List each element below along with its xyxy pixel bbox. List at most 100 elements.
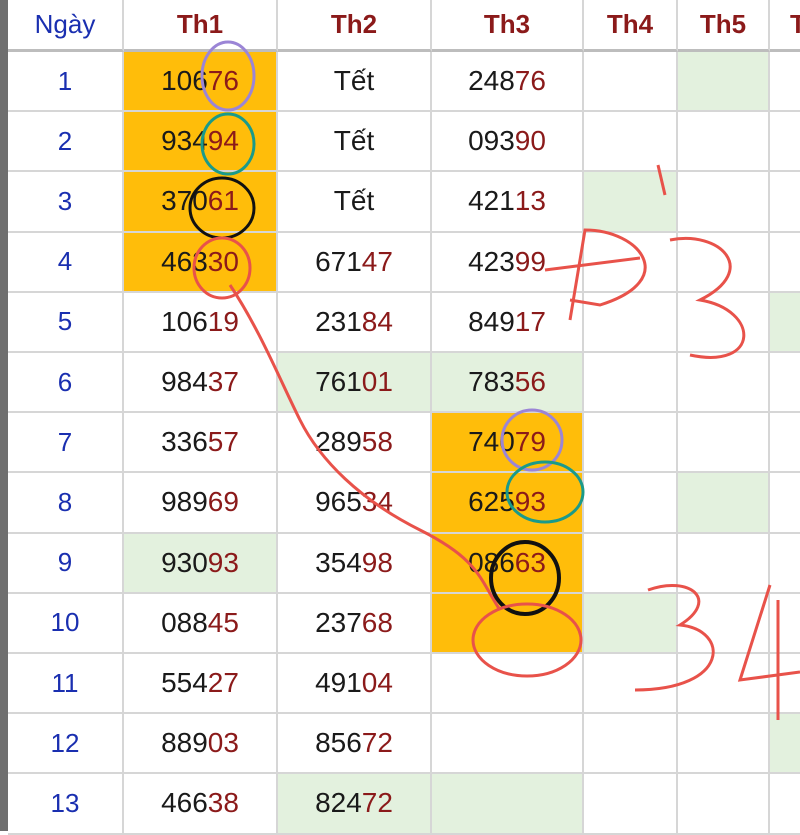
result-cell[interactable]: 849 17 xyxy=(432,292,584,353)
result-cell[interactable]: 086 63 xyxy=(432,533,584,594)
day-number: 10 xyxy=(8,593,124,654)
result-cell[interactable] xyxy=(678,353,770,414)
result-cell[interactable] xyxy=(770,353,800,414)
result-cell[interactable] xyxy=(770,534,800,594)
column-header[interactable]: Th1 xyxy=(124,0,278,52)
result-cell[interactable]: 491 04 xyxy=(278,654,432,715)
result-cell[interactable]: 761 01 xyxy=(278,353,432,414)
result-cell[interactable] xyxy=(770,714,800,775)
result-cell[interactable] xyxy=(584,473,678,534)
result-cell[interactable] xyxy=(678,533,770,594)
result-cell[interactable]: 934 94 xyxy=(124,112,278,173)
number-prefix: 106 xyxy=(161,65,208,97)
result-cell[interactable] xyxy=(584,52,678,113)
result-cell[interactable]: 106 76 xyxy=(124,52,278,113)
result-cell[interactable]: 248 76 xyxy=(432,52,584,113)
result-cell[interactable] xyxy=(678,714,770,775)
result-cell[interactable] xyxy=(584,292,678,353)
result-cell[interactable]: 289 58 xyxy=(278,413,432,474)
result-cell[interactable] xyxy=(678,292,770,353)
result-cell[interactable] xyxy=(770,172,800,233)
result-cell[interactable]: 671 47 xyxy=(278,232,432,293)
result-cell[interactable] xyxy=(432,593,584,654)
result-cell[interactable]: 423 99 xyxy=(432,232,584,293)
day-number: 4 xyxy=(8,232,124,293)
result-cell[interactable] xyxy=(584,593,678,654)
result-cell[interactable] xyxy=(678,654,770,715)
result-cell[interactable] xyxy=(770,774,800,835)
result-cell[interactable] xyxy=(770,654,800,715)
result-cell[interactable] xyxy=(678,172,770,233)
result-cell[interactable] xyxy=(584,774,678,835)
result-cell[interactable] xyxy=(678,52,770,113)
result-cell[interactable]: Tết xyxy=(278,112,432,173)
number-prefix: 934 xyxy=(161,125,208,157)
result-cell[interactable] xyxy=(584,112,678,173)
result-cell[interactable]: Tết xyxy=(278,172,432,233)
column-header[interactable]: Th4 xyxy=(584,0,678,52)
result-cell[interactable] xyxy=(584,533,678,594)
result-cell[interactable]: Tết xyxy=(278,52,432,113)
result-cell[interactable] xyxy=(678,232,770,293)
column-header[interactable]: T xyxy=(770,0,800,52)
result-cell[interactable]: 824 72 xyxy=(278,774,432,835)
result-cell[interactable]: 088 45 xyxy=(124,593,278,654)
result-cell[interactable]: 354 98 xyxy=(278,533,432,594)
result-cell[interactable]: 463 30 xyxy=(124,232,278,293)
result-cell[interactable]: 856 72 xyxy=(278,714,432,775)
result-cell[interactable]: 421 13 xyxy=(432,172,584,233)
number-prefix: 248 xyxy=(468,65,515,97)
number-prefix: 849 xyxy=(468,305,515,337)
result-cell[interactable] xyxy=(770,413,800,474)
result-cell[interactable]: 889 03 xyxy=(124,714,278,775)
column-header[interactable]: Th2 xyxy=(278,0,432,52)
result-cell[interactable]: 370 61 xyxy=(124,172,278,233)
result-cell[interactable]: 740 79 xyxy=(432,413,584,474)
result-cell[interactable]: 231 84 xyxy=(278,292,432,353)
number-last-two-digits: 57 xyxy=(207,426,239,458)
column-header[interactable]: Th5 xyxy=(678,0,770,52)
number-last-two-digits: 17 xyxy=(514,305,546,337)
column-header[interactable]: Th3 xyxy=(432,0,584,52)
result-cell[interactable] xyxy=(770,52,800,113)
result-cell[interactable]: 783 56 xyxy=(432,353,584,414)
number-prefix: 984 xyxy=(161,366,208,398)
result-cell[interactable] xyxy=(678,473,770,534)
result-cell[interactable] xyxy=(678,593,770,654)
result-cell[interactable] xyxy=(770,112,800,173)
result-cell[interactable] xyxy=(678,774,770,835)
column-header[interactable]: Ngày xyxy=(8,0,124,52)
result-cell[interactable]: 336 57 xyxy=(124,413,278,474)
result-cell[interactable] xyxy=(584,714,678,775)
result-cell[interactable]: 237 68 xyxy=(278,593,432,654)
result-cell[interactable]: 466 38 xyxy=(124,774,278,835)
result-cell[interactable]: 106 19 xyxy=(124,292,278,353)
result-cell[interactable] xyxy=(770,292,800,353)
result-cell[interactable] xyxy=(584,654,678,715)
result-cell[interactable]: 930 93 xyxy=(124,533,278,594)
result-cell[interactable] xyxy=(432,714,584,775)
result-cell[interactable] xyxy=(584,172,678,233)
result-cell[interactable] xyxy=(584,413,678,474)
number-prefix: 761 xyxy=(315,366,362,398)
number-last-two-digits: 99 xyxy=(514,245,546,277)
result-cell[interactable]: 625 93 xyxy=(432,473,584,534)
result-cell[interactable]: 965 34 xyxy=(278,473,432,534)
number-last-two-digits: 45 xyxy=(207,606,239,638)
result-cell[interactable] xyxy=(770,594,800,654)
result-cell[interactable]: 984 37 xyxy=(124,353,278,414)
result-cell[interactable]: 093 90 xyxy=(432,112,584,173)
result-cell[interactable] xyxy=(584,232,678,293)
number-prefix: 231 xyxy=(315,305,362,337)
result-cell[interactable] xyxy=(678,112,770,173)
result-cell[interactable] xyxy=(770,473,800,534)
holiday-label: Tết xyxy=(333,185,375,217)
result-cell[interactable] xyxy=(770,233,800,293)
result-cell[interactable] xyxy=(432,774,584,835)
result-cell[interactable] xyxy=(584,353,678,414)
result-cell[interactable]: 989 69 xyxy=(124,473,278,534)
result-cell[interactable] xyxy=(432,654,584,715)
number-last-two-digits: 72 xyxy=(361,727,393,759)
result-cell[interactable] xyxy=(678,413,770,474)
result-cell[interactable]: 554 27 xyxy=(124,654,278,715)
